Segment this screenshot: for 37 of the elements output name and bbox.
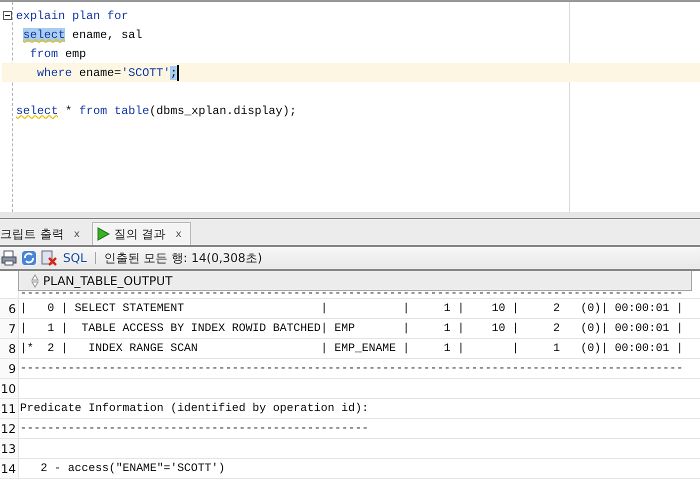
play-icon bbox=[96, 227, 110, 241]
code-line: from emp bbox=[30, 46, 86, 60]
fetch-status: 인출된 모든 행: 14(0,308초) bbox=[104, 250, 262, 266]
table-cell: --------------------------------------------------- bbox=[20, 422, 369, 434]
code-line: select * from table(dbms_xplan.display); bbox=[16, 104, 297, 118]
sort-icon[interactable] bbox=[31, 274, 39, 288]
delete-icon[interactable] bbox=[41, 250, 57, 266]
refresh-icon[interactable] bbox=[21, 250, 37, 266]
table-cell: | 1 | TABLE ACCESS BY INDEX ROWID BATCHED| EMP | 1 | 10 | 2 (0)| 00:00:01 | bbox=[20, 322, 684, 334]
row-number: 8 bbox=[0, 339, 18, 358]
table-cell: |* 2 | INDEX RANGE SCAN | EMP_ENAME | 1 | | 1 (0)| 00:00:01 | bbox=[20, 342, 684, 354]
code-line: explain plan for bbox=[16, 8, 128, 22]
table-cell-text: 2 - access("ENAME"='SCOTT') bbox=[40, 462, 226, 474]
close-tab-button[interactable]: x bbox=[176, 228, 182, 240]
row-number: 11 bbox=[0, 399, 18, 418]
printer-icon[interactable] bbox=[1, 250, 17, 266]
column-header[interactable]: PLAN_TABLE_OUTPUT bbox=[18, 271, 692, 291]
table-cell: ------------------------------------------------------------------------------------------------- bbox=[20, 362, 684, 374]
code-line: where ename='SCOTT'; bbox=[37, 66, 178, 80]
splitter-bar[interactable] bbox=[0, 212, 700, 219]
row-number: 6 bbox=[0, 299, 18, 318]
row-number: 10 bbox=[0, 379, 18, 398]
row-number: 14 bbox=[0, 459, 18, 478]
table-cell: Predicate Information (identified by operation id): bbox=[20, 402, 369, 414]
row-number: 9 bbox=[0, 359, 18, 378]
table-cell: ------------------------------------------------------------------------------------------------- bbox=[18, 291, 700, 298]
row-number: 12 bbox=[0, 419, 18, 438]
code-editor[interactable]: explain plan for select ename, sal from emp where ename='SCOTT'; select * from table(dbms_xplan.display); bbox=[0, 0, 700, 212]
result-tab[interactable]: 질의 결과 x bbox=[92, 222, 190, 245]
table-cell: | 0 | SELECT STATEMENT | | 1 | 10 | 2 (0)| 00:00:01 | bbox=[20, 302, 684, 314]
row-number: 13 bbox=[0, 439, 18, 458]
sql-link[interactable]: SQL bbox=[63, 251, 87, 265]
collapse-icon[interactable] bbox=[3, 11, 12, 20]
code-line: select ename, sal bbox=[23, 28, 142, 42]
result-tab[interactable]: 크립트 출력 x bbox=[0, 223, 86, 245]
row-number: 7 bbox=[0, 319, 18, 338]
close-tab-button[interactable]: x bbox=[74, 228, 80, 240]
